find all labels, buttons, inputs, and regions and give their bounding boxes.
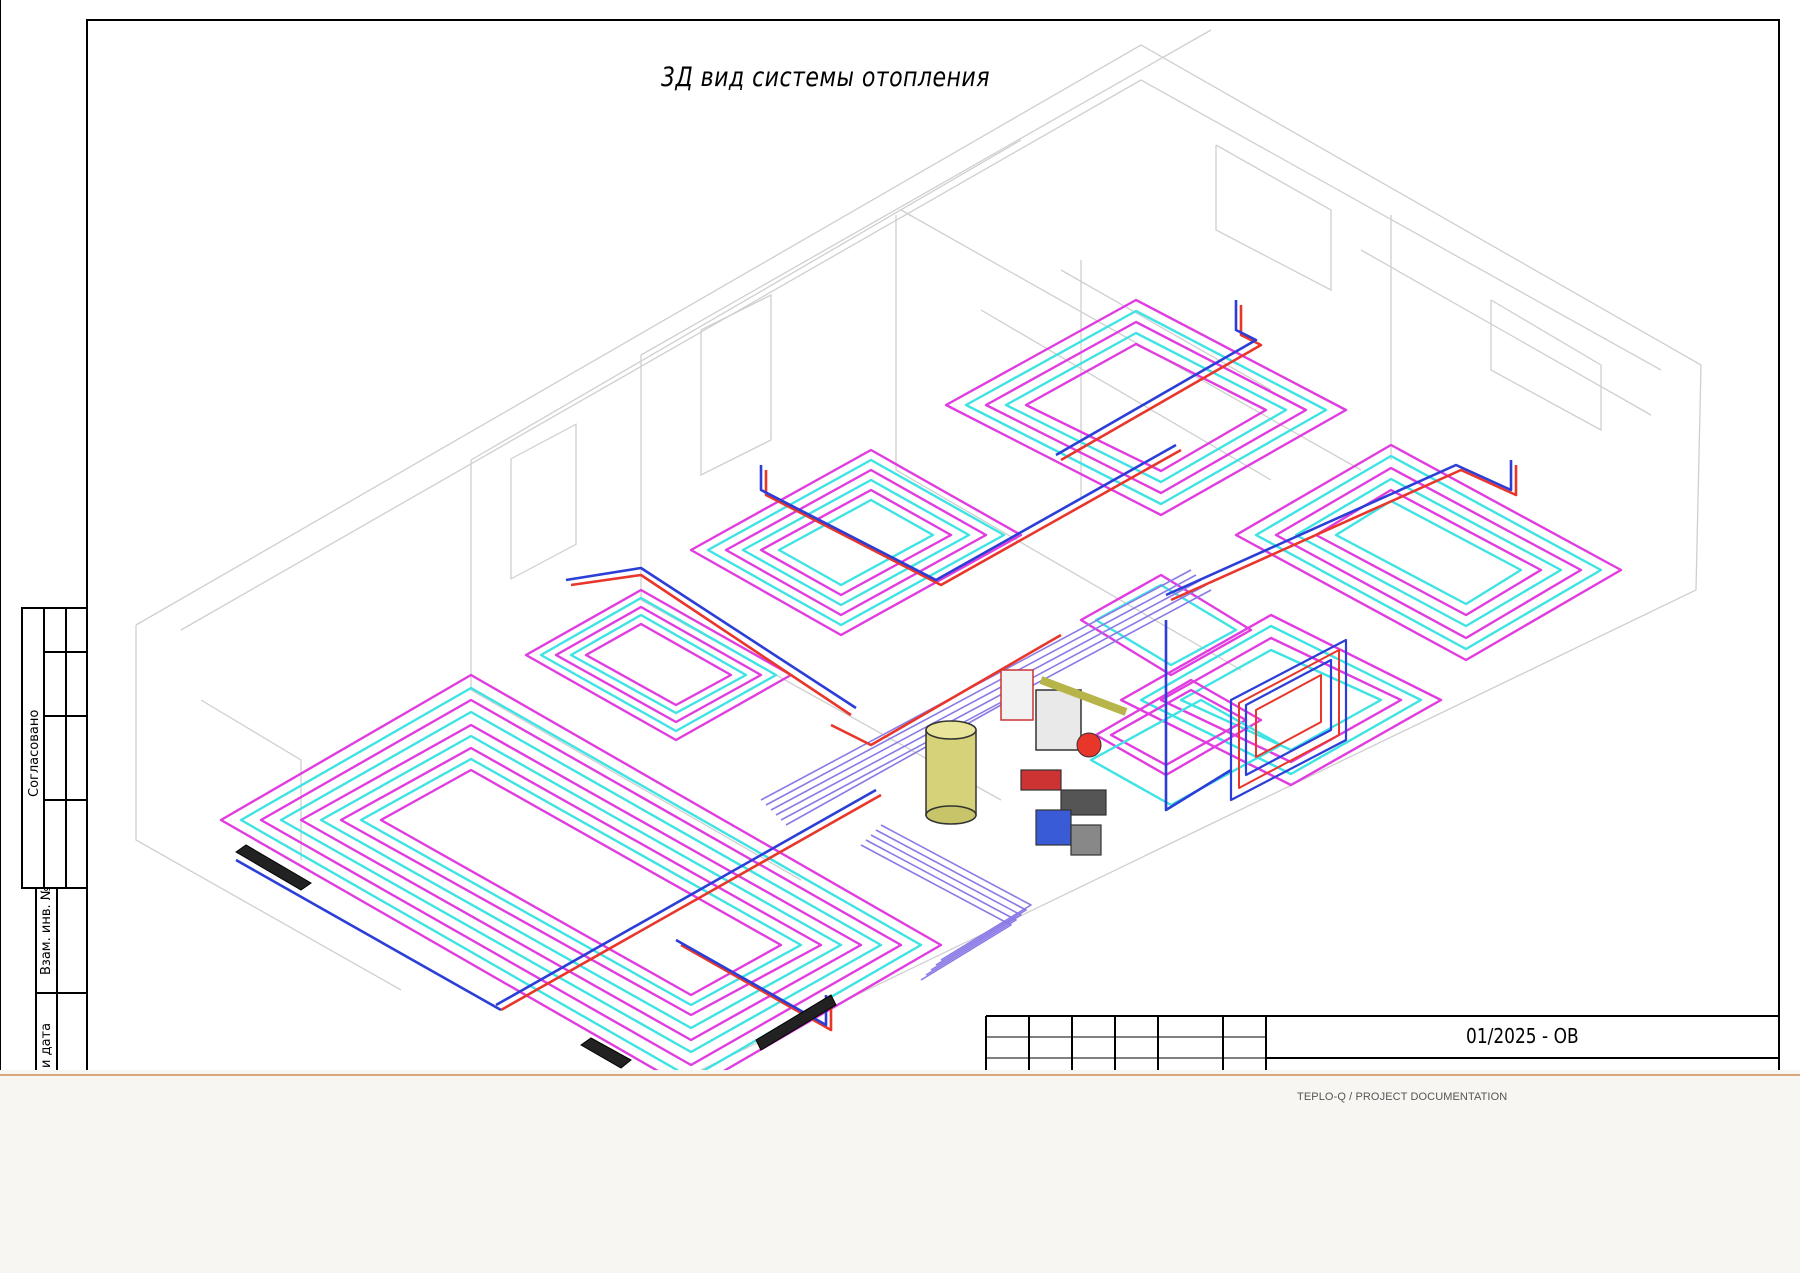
left-stamp [21,607,88,1070]
document-code: 01/2025 - ОВ [1466,1024,1579,1048]
page: 3Д вид системы отопления Согласовано Вза… [0,0,1800,1273]
agreed-label: Согласовано [27,709,42,797]
title-block [985,1015,1779,1070]
heating-loops [219,298,1623,1070]
footer-caption: TEPLO-Q / PROJECT DOCUMENTATION [1297,1091,1508,1103]
drawing-sheet: 3Д вид системы отопления Согласовано Вза… [0,0,1800,1070]
replaced-inv-label: Взам. инв. № [39,886,54,975]
drawing-canvas [21,19,1780,1070]
boiler-unit-icon [1000,669,1128,758]
drawing-title: 3Д вид системы отопления [661,62,990,93]
buffer-tank-icon [925,720,977,825]
footer-divider [0,1074,1800,1076]
building-walls [135,29,1702,1070]
date-label: и дата [39,1022,54,1068]
manifold-group [1020,769,1107,856]
